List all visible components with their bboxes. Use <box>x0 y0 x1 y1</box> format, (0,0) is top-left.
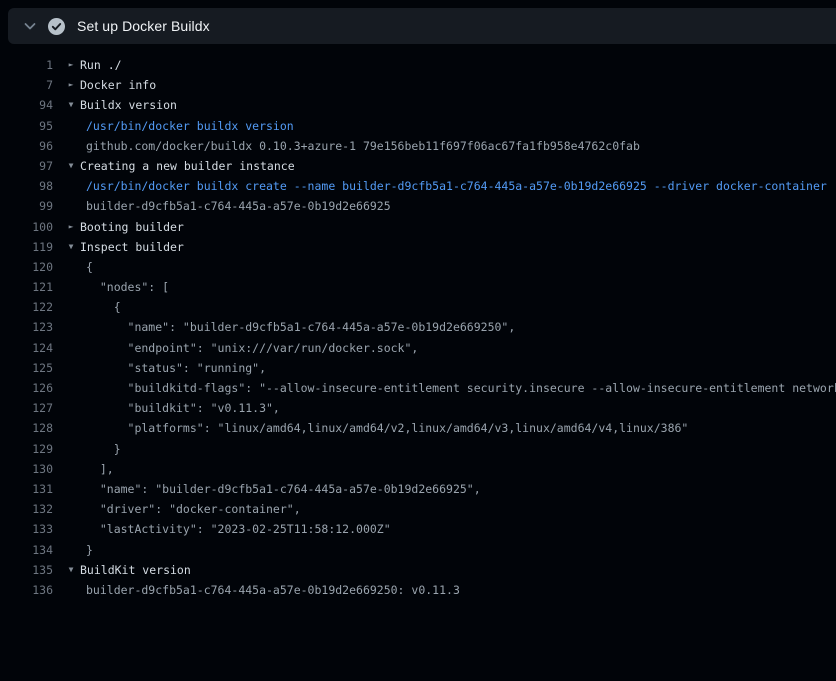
chevron-down-icon[interactable] <box>22 18 38 34</box>
line-number[interactable]: 121 <box>0 277 53 297</box>
log-line[interactable]: 97 ▼ Creating a new builder instance <box>0 156 836 176</box>
expand-group-icon[interactable]: ► <box>63 75 79 95</box>
log-line: 95 /usr/bin/docker buildx version <box>0 116 836 136</box>
log-text: { <box>86 297 121 317</box>
log-text: "buildkitd-flags": "--allow-insecure-ent… <box>86 378 836 398</box>
log-line[interactable]: 94 ▼ Buildx version <box>0 95 836 115</box>
log-line[interactable]: 100 ► Booting builder <box>0 217 836 237</box>
log-line: 134 } <box>0 540 836 560</box>
log-text: Creating a new builder instance <box>80 156 295 176</box>
line-number[interactable]: 1 <box>0 55 53 75</box>
log-line: 96 github.com/docker/buildx 0.10.3+azure… <box>0 136 836 156</box>
log-text: "driver": "docker-container", <box>86 499 301 519</box>
line-number[interactable]: 127 <box>0 398 53 418</box>
log-text: BuildKit version <box>80 560 191 580</box>
log-line: 98 /usr/bin/docker buildx create --name … <box>0 176 836 196</box>
log-line: 130 ], <box>0 459 836 479</box>
log-line: 132 "driver": "docker-container", <box>0 499 836 519</box>
line-number[interactable]: 98 <box>0 176 53 196</box>
log-text: } <box>86 540 93 560</box>
line-number[interactable]: 129 <box>0 439 53 459</box>
log-line[interactable]: 135 ▼ BuildKit version <box>0 560 836 580</box>
log-line: 126 "buildkitd-flags": "--allow-insecure… <box>0 378 836 398</box>
log-text: "buildkit": "v0.11.3", <box>86 398 280 418</box>
log-text: github.com/docker/buildx 0.10.3+azure-1 … <box>86 136 640 156</box>
line-number[interactable]: 119 <box>0 237 53 257</box>
line-number[interactable]: 128 <box>0 418 53 438</box>
log-text: "status": "running", <box>86 358 266 378</box>
step-header[interactable]: Set up Docker Buildx <box>8 8 836 44</box>
log-text: "lastActivity": "2023-02-25T11:58:12.000… <box>86 519 391 539</box>
log-line[interactable]: 7 ► Docker info <box>0 75 836 95</box>
log-line: 121 "nodes": [ <box>0 277 836 297</box>
line-number[interactable]: 97 <box>0 156 53 176</box>
collapse-group-icon[interactable]: ▼ <box>63 95 79 115</box>
log-line: 99 builder-d9cfb5a1-c764-445a-a57e-0b19d… <box>0 196 836 216</box>
log-line: 128 "platforms": "linux/amd64,linux/amd6… <box>0 418 836 438</box>
line-number[interactable]: 130 <box>0 459 53 479</box>
log-line: 123 "name": "builder-d9cfb5a1-c764-445a-… <box>0 317 836 337</box>
line-number[interactable]: 135 <box>0 560 53 580</box>
check-circle-icon <box>48 18 65 35</box>
log-text: Inspect builder <box>80 237 184 257</box>
log-line: 125 "status": "running", <box>0 358 836 378</box>
log-viewer: 1 ► Run ./ 7 ► Docker info 94 ▼ Buildx v… <box>0 55 836 600</box>
log-line: 127 "buildkit": "v0.11.3", <box>0 398 836 418</box>
line-number[interactable]: 95 <box>0 116 53 136</box>
log-line: 129 } <box>0 439 836 459</box>
line-number[interactable]: 125 <box>0 358 53 378</box>
collapse-group-icon[interactable]: ▼ <box>63 560 79 580</box>
log-text: } <box>86 439 121 459</box>
log-line: 136 builder-d9cfb5a1-c764-445a-a57e-0b19… <box>0 580 836 600</box>
log-line[interactable]: 119 ▼ Inspect builder <box>0 237 836 257</box>
line-number[interactable]: 133 <box>0 519 53 539</box>
log-text: "endpoint": "unix:///var/run/docker.sock… <box>86 338 418 358</box>
log-text: Booting builder <box>80 217 184 237</box>
collapse-group-icon[interactable]: ▼ <box>63 237 79 257</box>
log-text: Docker info <box>80 75 156 95</box>
log-line[interactable]: 1 ► Run ./ <box>0 55 836 75</box>
log-line: 120 { <box>0 257 836 277</box>
log-text: "name": "builder-d9cfb5a1-c764-445a-a57e… <box>86 317 515 337</box>
log-line: 122 { <box>0 297 836 317</box>
line-number[interactable]: 134 <box>0 540 53 560</box>
line-number[interactable]: 123 <box>0 317 53 337</box>
line-number[interactable]: 126 <box>0 378 53 398</box>
line-number[interactable]: 132 <box>0 499 53 519</box>
log-text: "name": "builder-d9cfb5a1-c764-445a-a57e… <box>86 479 481 499</box>
line-number[interactable]: 7 <box>0 75 53 95</box>
line-number[interactable]: 100 <box>0 217 53 237</box>
log-text: { <box>86 257 93 277</box>
collapse-group-icon[interactable]: ▼ <box>63 156 79 176</box>
log-text: Buildx version <box>80 95 177 115</box>
log-text: /usr/bin/docker buildx create --name bui… <box>86 176 827 196</box>
step-title: Set up Docker Buildx <box>77 18 210 34</box>
log-text: "platforms": "linux/amd64,linux/amd64/v2… <box>86 418 688 438</box>
line-number[interactable]: 120 <box>0 257 53 277</box>
log-text: builder-d9cfb5a1-c764-445a-a57e-0b19d2e6… <box>86 196 391 216</box>
log-text: builder-d9cfb5a1-c764-445a-a57e-0b19d2e6… <box>86 580 460 600</box>
line-number[interactable]: 124 <box>0 338 53 358</box>
expand-group-icon[interactable]: ► <box>63 55 79 75</box>
log-text: ], <box>86 459 114 479</box>
line-number[interactable]: 131 <box>0 479 53 499</box>
log-text: /usr/bin/docker buildx version <box>86 116 294 136</box>
log-line: 131 "name": "builder-d9cfb5a1-c764-445a-… <box>0 479 836 499</box>
line-number[interactable]: 94 <box>0 95 53 115</box>
log-text: Run ./ <box>80 55 122 75</box>
line-number[interactable]: 96 <box>0 136 53 156</box>
log-text: "nodes": [ <box>86 277 169 297</box>
line-number[interactable]: 136 <box>0 580 53 600</box>
expand-group-icon[interactable]: ► <box>63 217 79 237</box>
log-line: 133 "lastActivity": "2023-02-25T11:58:12… <box>0 519 836 539</box>
log-line: 124 "endpoint": "unix:///var/run/docker.… <box>0 338 836 358</box>
line-number[interactable]: 99 <box>0 196 53 216</box>
line-number[interactable]: 122 <box>0 297 53 317</box>
